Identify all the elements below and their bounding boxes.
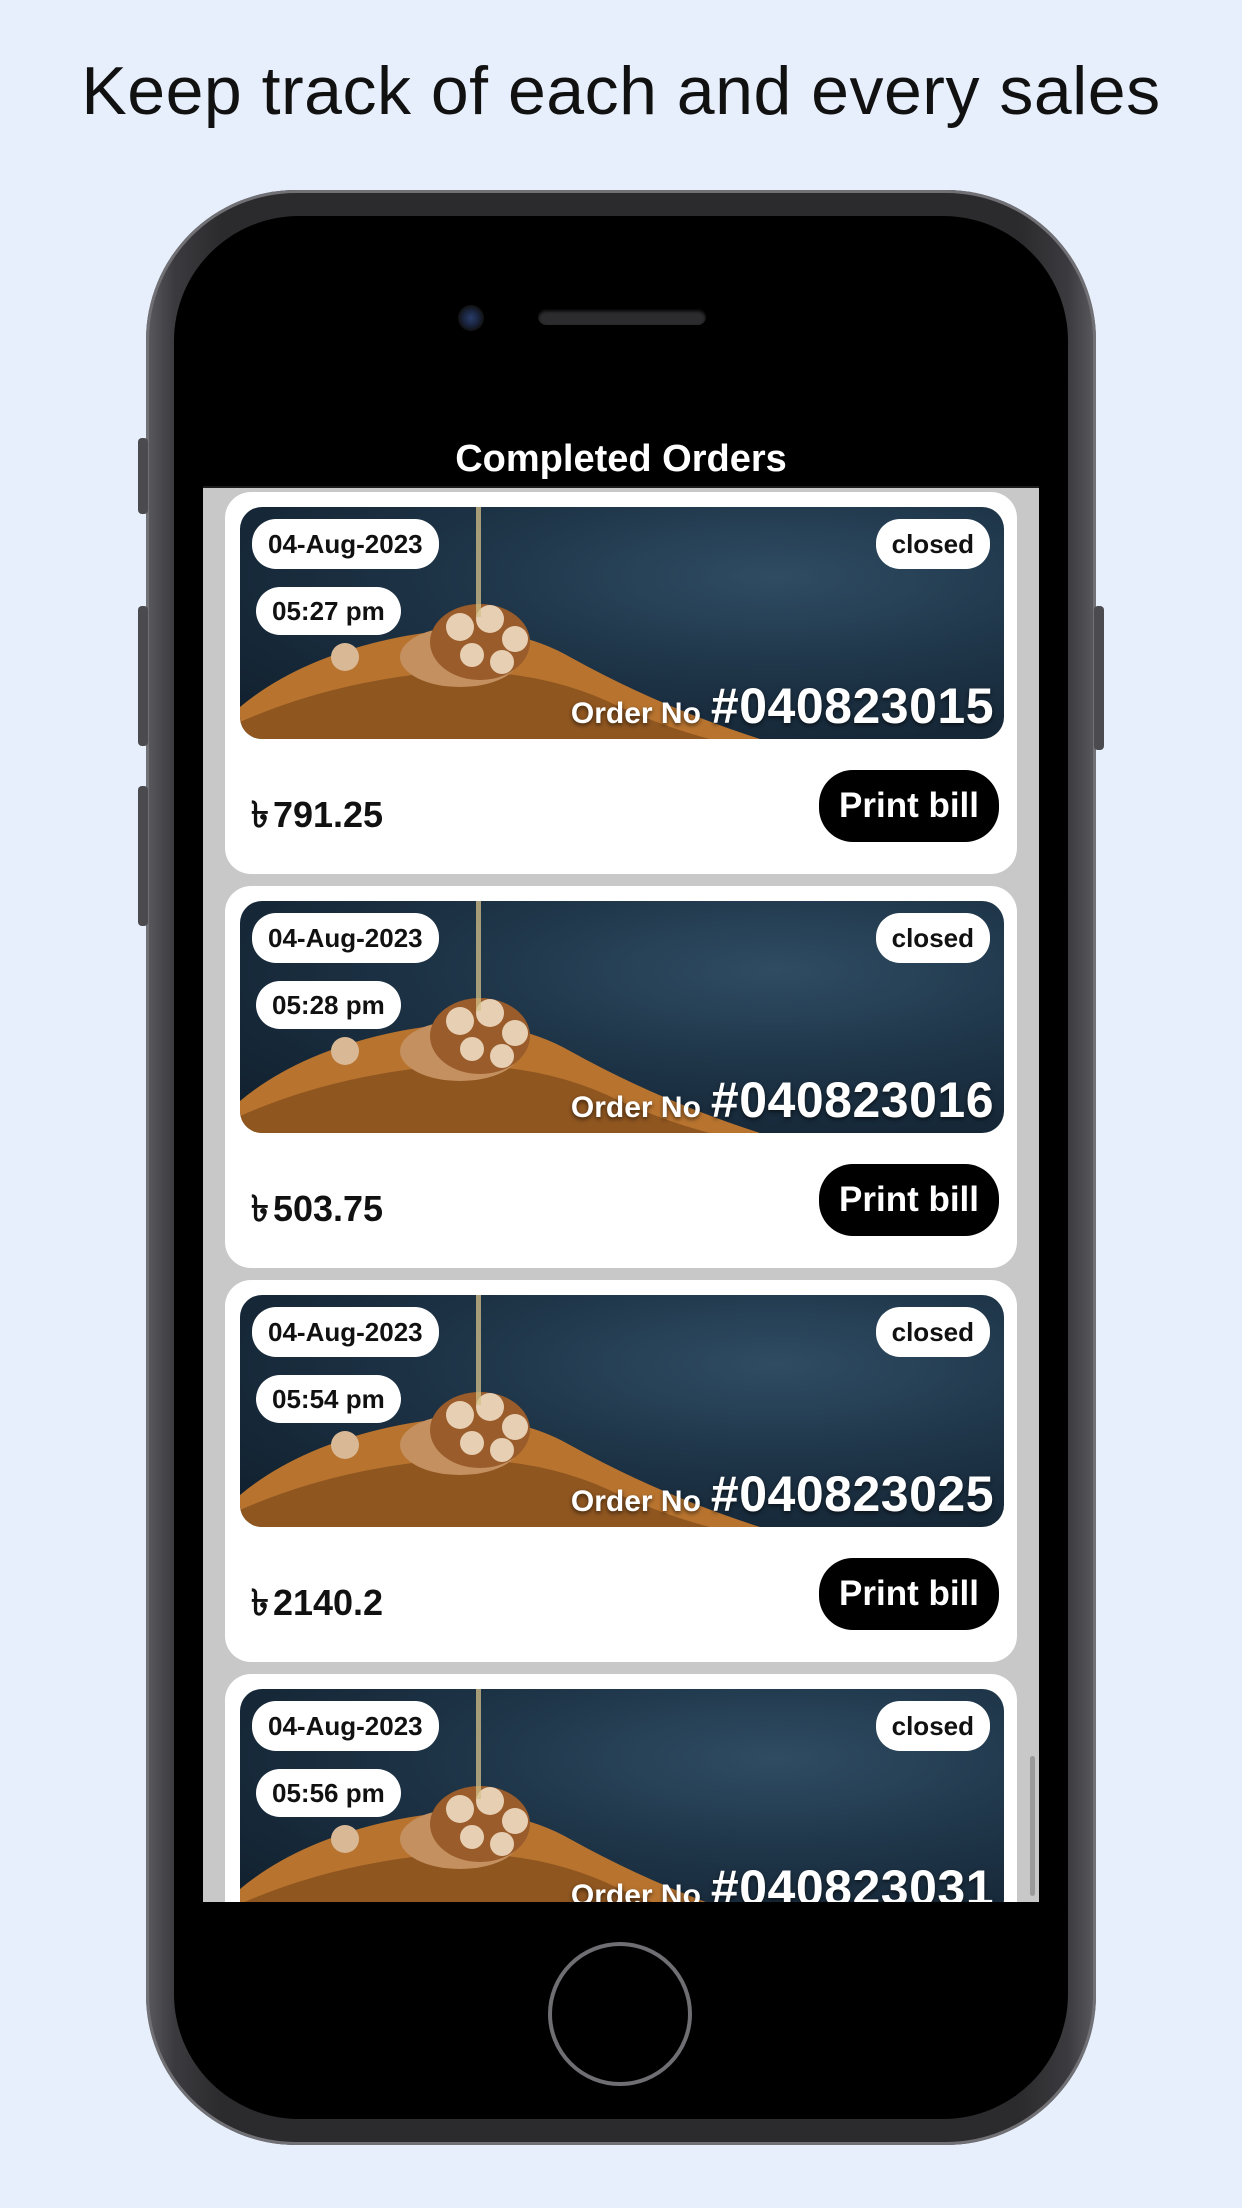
order-banner: 04-Aug-2023 05:54 pm closed Order No #040… [240,1295,1004,1527]
order-amount-value: 2140.2 [272,1582,384,1623]
order-date-badge: 04-Aug-2023 [252,1307,439,1357]
print-bill-button[interactable]: Print bill [819,1558,999,1630]
order-date-badge: 04-Aug-2023 [252,913,439,963]
order-time-badge: 05:28 pm [256,981,401,1029]
order-status-badge: closed [875,519,990,569]
currency-symbol: ৳ [251,1188,269,1229]
order-number: Order No #040823015 [571,677,994,735]
order-card[interactable]: 04-Aug-2023 05:54 pm closed Order No #040… [225,1280,1017,1662]
order-footer: ৳ 503.75 Print bill [225,1148,1017,1256]
order-list[interactable]: 04-Aug-2023 05:27 pm closed Order No #040… [203,488,1039,1902]
order-banner: 04-Aug-2023 05:27 pm closed Order No #040… [240,507,1004,739]
order-amount-value: 503.75 [272,1188,384,1229]
order-card[interactable]: 04-Aug-2023 05:56 pm closed Order No #040… [225,1674,1017,1902]
app-bar-title: Completed Orders [203,426,1039,488]
order-amount: ৳ 2140.2 [251,1576,383,1636]
order-banner: 04-Aug-2023 05:56 pm closed Order No #040… [240,1689,1004,1902]
order-amount: ৳ 503.75 [251,1182,383,1242]
order-number-label: Order No [570,1879,701,1902]
currency-symbol: ৳ [251,794,269,835]
print-bill-button[interactable]: Print bill [819,1164,999,1236]
order-status-badge: closed [875,1307,990,1357]
order-status-badge: closed [875,913,990,963]
promo-headline: Keep track of each and every sales [81,53,1161,129]
order-number-value: #040823015 [710,678,994,734]
order-number-label: Order No [570,1485,701,1518]
print-bill-button[interactable]: Print bill [819,770,999,842]
order-number-value: #040823016 [710,1072,994,1128]
order-amount-value: 791.25 [272,794,384,835]
order-time-badge: 05:27 pm [256,587,401,635]
list-scrollbar[interactable] [1030,1756,1035,1896]
order-number-label: Order No [570,697,701,730]
order-amount: ৳ 791.25 [251,788,383,848]
order-banner: 04-Aug-2023 05:28 pm closed Order No #040… [240,901,1004,1133]
order-footer: ৳ 791.25 Print bill [225,754,1017,862]
volume-up-button [138,606,148,746]
order-number-value: #040823025 [710,1466,994,1522]
order-date-badge: 04-Aug-2023 [252,1701,439,1751]
home-button[interactable] [548,1942,692,2086]
order-number: Order No #040823016 [571,1071,994,1129]
currency-symbol: ৳ [251,1582,269,1623]
app-screen: Completed Orders 04-Aug-2023 05:27 pm cl… [203,426,1039,1902]
front-camera-icon [458,305,484,331]
order-status-badge: closed [875,1701,990,1751]
order-number: Order No #040823025 [571,1465,994,1523]
order-number-label: Order No [570,1091,701,1124]
order-number-value: #040823031 [710,1860,994,1902]
power-button [1094,606,1104,750]
earpiece-speaker [538,309,706,325]
volume-down-button [138,786,148,926]
order-time-badge: 05:56 pm [256,1769,401,1817]
order-card[interactable]: 04-Aug-2023 05:27 pm closed Order No #040… [225,492,1017,874]
order-time-badge: 05:54 pm [256,1375,401,1423]
order-footer: ৳ 2140.2 Print bill [225,1542,1017,1650]
order-card[interactable]: 04-Aug-2023 05:28 pm closed Order No #040… [225,886,1017,1268]
order-date-badge: 04-Aug-2023 [252,519,439,569]
silent-switch [138,438,148,514]
order-number: Order No #040823031 [571,1859,994,1902]
